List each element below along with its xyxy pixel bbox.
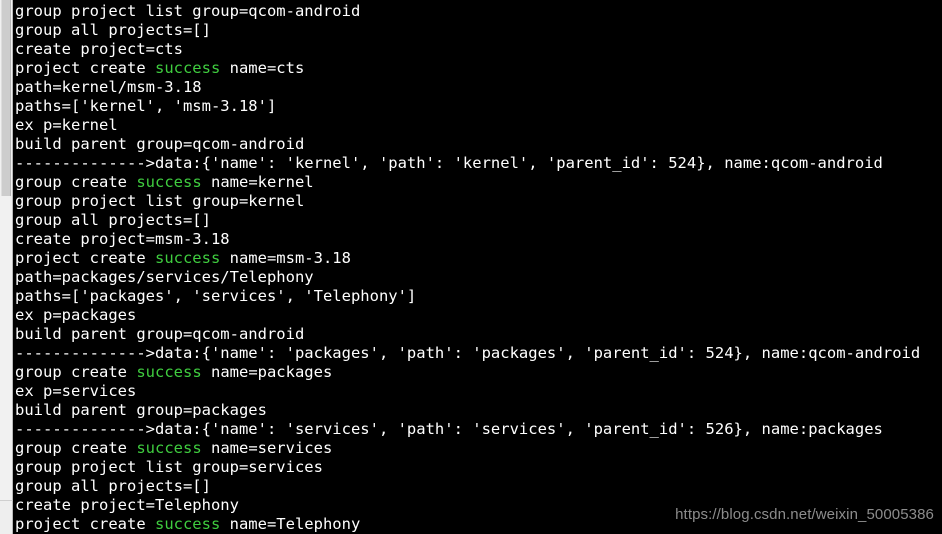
terminal-text: build parent group=packages <box>15 401 267 419</box>
terminal-line: build parent group=qcom-android <box>15 135 942 154</box>
watermark-text: https://blog.csdn.net/weixin_50005386 <box>675 506 934 523</box>
terminal-line: path=kernel/msm-3.18 <box>15 78 942 97</box>
terminal-output-area[interactable]: group project list group=qcom-android gro… <box>13 0 942 534</box>
terminal-text: -------------->data:{'name': 'services',… <box>15 420 883 438</box>
vertical-scrollbar[interactable] <box>0 0 13 534</box>
terminal-text: name=Telephony <box>220 515 361 533</box>
terminal-text: ex p=packages <box>15 306 137 324</box>
terminal-text: create project=cts <box>15 40 183 58</box>
terminal-text: build parent group=qcom-android <box>15 135 305 153</box>
scrollbar-thumb[interactable] <box>1 0 11 196</box>
terminal-line: group all projects=[] <box>15 21 942 40</box>
terminal-text: group create <box>15 363 137 381</box>
status-keyword-success: success <box>136 439 202 457</box>
terminal-text: name=kernel <box>201 173 314 191</box>
terminal-text: name=packages <box>201 363 333 381</box>
terminal-line: group project list group=kernel <box>15 192 942 211</box>
terminal-text: build parent group=qcom-android <box>15 325 305 343</box>
terminal-text: project create <box>15 515 155 533</box>
terminal-text: name=cts <box>220 59 305 77</box>
terminal-line: group all projects=[] <box>15 211 942 230</box>
status-keyword-success: success <box>136 363 202 381</box>
terminal-text: group all projects=[] <box>15 211 211 229</box>
terminal-text: create project=Telephony <box>15 496 239 514</box>
terminal-line: build parent group=qcom-android <box>15 325 942 344</box>
terminal-text: name=msm-3.18 <box>220 249 351 267</box>
terminal-line: group create success name=packages <box>15 363 942 382</box>
terminal-text: project create <box>15 59 155 77</box>
status-keyword-success: success <box>154 59 221 77</box>
terminal-line: project create success name=msm-3.18 <box>15 249 942 268</box>
terminal-text: group project list group=services <box>15 458 323 476</box>
terminal-line: path=packages/services/Telephony <box>15 268 942 287</box>
terminal-line: build parent group=packages <box>15 401 942 420</box>
terminal-text: project create <box>15 249 155 267</box>
terminal-line: create project=msm-3.18 <box>15 230 942 249</box>
terminal-line: project create success name=cts <box>15 59 942 78</box>
terminal-text: name=services <box>201 439 333 457</box>
terminal-line: group project list group=qcom-android <box>15 2 942 21</box>
terminal-line: -------------->data:{'name': 'kernel', '… <box>15 154 942 173</box>
terminal-line: group all projects=[] <box>15 477 942 496</box>
terminal-console-window: group project list group=qcom-android gro… <box>0 0 942 534</box>
status-keyword-success: success <box>136 173 202 191</box>
terminal-text: paths=['packages', 'services', 'Telephon… <box>15 287 417 305</box>
terminal-line: -------------->data:{'name': 'packages',… <box>15 344 942 363</box>
terminal-text: group project list group=qcom-android <box>15 2 361 20</box>
terminal-line: -------------->data:{'name': 'services',… <box>15 420 942 439</box>
terminal-line: paths=['kernel', 'msm-3.18'] <box>15 97 942 116</box>
terminal-text: -------------->data:{'name': 'packages',… <box>15 344 921 362</box>
terminal-text: group all projects=[] <box>15 477 211 495</box>
terminal-text: group create <box>15 439 137 457</box>
terminal-text: -------------->data:{'name': 'kernel', '… <box>15 154 883 172</box>
terminal-line: ex p=services <box>15 382 942 401</box>
terminal-line: ex p=packages <box>15 306 942 325</box>
terminal-text: group project list group=kernel <box>15 192 305 210</box>
terminal-text: ex p=services <box>15 382 137 400</box>
terminal-text: group all projects=[] <box>15 21 211 39</box>
status-keyword-success: success <box>154 515 221 533</box>
terminal-line: group create success name=kernel <box>15 173 942 192</box>
scrollbar-corner <box>0 500 13 534</box>
terminal-text: paths=['kernel', 'msm-3.18'] <box>15 97 277 115</box>
terminal-text: path=packages/services/Telephony <box>15 268 314 286</box>
terminal-text: path=kernel/msm-3.18 <box>15 78 202 96</box>
terminal-text: group create <box>15 173 137 191</box>
terminal-line: create project=cts <box>15 40 942 59</box>
terminal-text: create project=msm-3.18 <box>15 230 230 248</box>
status-keyword-success: success <box>154 249 221 267</box>
terminal-line: ex p=kernel <box>15 116 942 135</box>
terminal-line: group project list group=services <box>15 458 942 477</box>
terminal-text: ex p=kernel <box>15 116 118 134</box>
terminal-line: paths=['packages', 'services', 'Telephon… <box>15 287 942 306</box>
terminal-line: group create success name=services <box>15 439 942 458</box>
